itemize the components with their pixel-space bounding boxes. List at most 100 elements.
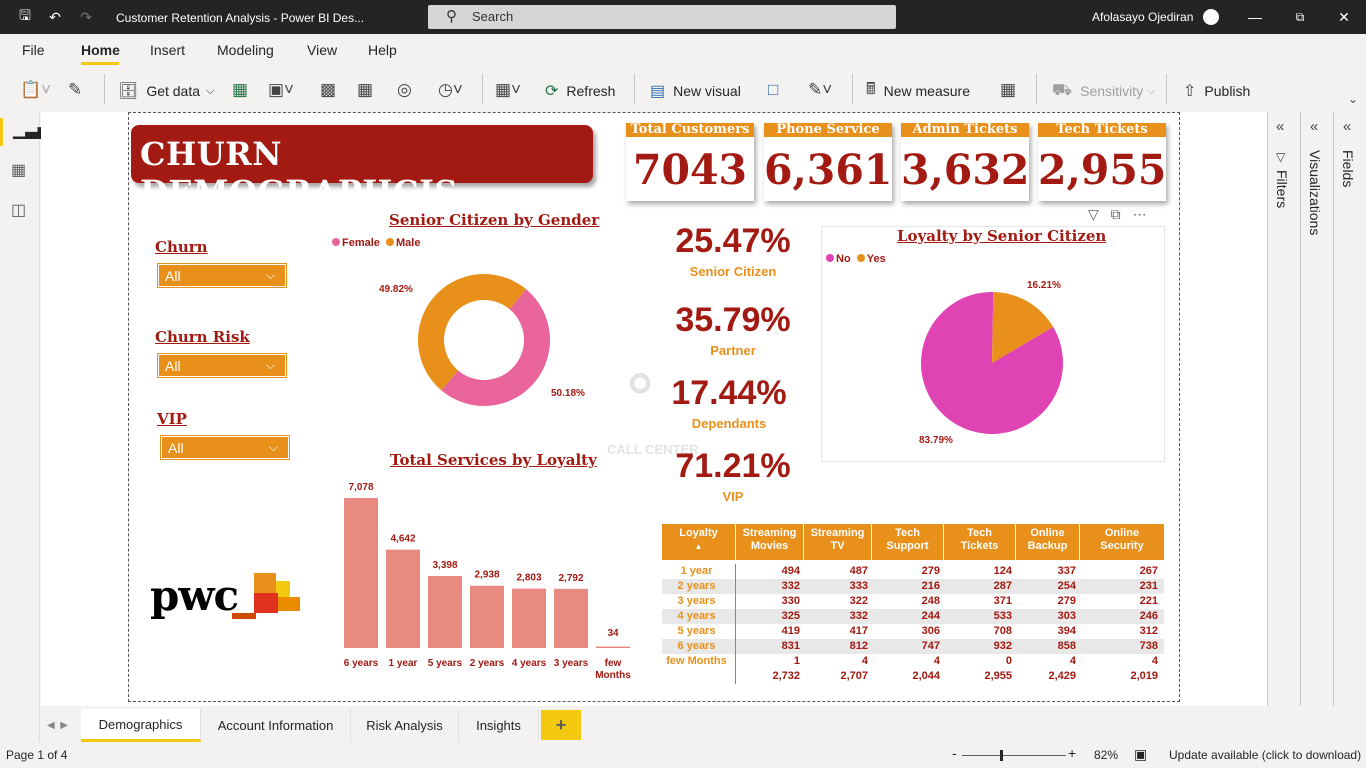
update-notice[interactable]: Update available (click to download) (1169, 748, 1361, 762)
column-header-online-security[interactable]: Online Security (1080, 524, 1164, 560)
transform-data-icon[interactable]: ▦˅ (495, 80, 521, 100)
collapse-fields-icon[interactable]: « (1343, 118, 1351, 135)
table-row[interactable]: 4 years 325 332 244 533 303 246 (662, 609, 1164, 624)
table-total-row[interactable]: 2,732 2,707 2,044 2,955 2,429 2,019 (662, 669, 1164, 684)
model-view-icon[interactable]: ◫ (11, 200, 26, 220)
user-name[interactable]: Afolasayo Ojediran (1092, 10, 1193, 24)
tab-insights[interactable]: Insights (459, 709, 539, 742)
bar[interactable] (344, 498, 378, 648)
save-icon[interactable]: 🖫 (14, 0, 36, 34)
ribbon: 📋˅ ✎ 🗄 Get data ⌵ ▦ ▣˅ ▩ ▦ ◎ ◷˅ ▦˅ ⟳ Ref… (0, 68, 1366, 112)
services-table[interactable]: Loyalty ▲ Streaming Movies Streaming TV Tec… (662, 524, 1164, 684)
zoom-thumb[interactable] (1000, 750, 1003, 761)
add-page-button[interactable]: + (541, 710, 581, 740)
bar[interactable] (596, 646, 630, 649)
collapse-ribbon-icon[interactable]: ⌄ (1348, 92, 1358, 106)
avatar[interactable] (1203, 9, 1219, 25)
column-header-loyalty[interactable]: Loyalty ▲ (662, 524, 736, 560)
close-icon[interactable]: ✕ (1330, 0, 1358, 34)
zoom-out-icon[interactable]: - (952, 745, 957, 761)
legend-yes[interactable]: Yes (867, 253, 886, 265)
bar[interactable] (386, 549, 420, 648)
bar[interactable] (428, 575, 462, 648)
tab-account-information[interactable]: Account Information (201, 709, 351, 742)
transform-icon[interactable]: ◷˅ (438, 80, 463, 100)
zoom-slider[interactable] (962, 755, 1066, 756)
pie-chart-loyalty-senior[interactable] (917, 288, 1067, 438)
column-header-streaming-movies[interactable]: Streaming Movies (736, 524, 804, 560)
bar-chart-services-loyalty[interactable]: 7,078 6 years 4,642 1 year 3,398 5 years 2,938… (336, 476, 636, 686)
get-data-button[interactable]: 🗄 Get data ⌵ (118, 80, 214, 102)
menu-modeling[interactable]: Modeling (217, 42, 274, 58)
kpi-card-tech-tickets[interactable]: Tech Tickets 2,955 (1038, 123, 1166, 201)
restore-icon[interactable]: ⧉ (1286, 0, 1314, 34)
menu-home[interactable]: Home (81, 42, 120, 58)
undo-icon[interactable]: ↶ (44, 0, 66, 34)
column-header-tech-tickets[interactable]: Tech Tickets (944, 524, 1016, 560)
refresh-button[interactable]: ⟳ Refresh (545, 80, 615, 102)
quick-measure-icon[interactable]: ▦ (1000, 80, 1016, 100)
legend-female[interactable]: Female (342, 237, 380, 249)
publish-button[interactable]: ⇧ Publish (1183, 80, 1250, 102)
menu-help[interactable]: Help (368, 42, 397, 58)
table-row[interactable]: 5 years 419 417 306 708 394 312 (662, 624, 1164, 639)
header-text: Streaming (742, 527, 797, 539)
redo-icon[interactable]: ↷ (75, 0, 97, 34)
column-header-streaming-tv[interactable]: Streaming TV (804, 524, 872, 560)
bar[interactable] (470, 585, 504, 648)
tab-scroll-arrows[interactable]: ◀ ▶ (47, 720, 68, 731)
filter-icon[interactable]: ▽ (1088, 206, 1099, 222)
legend-no[interactable]: No (836, 253, 851, 265)
legend-male[interactable]: Male (396, 237, 420, 249)
kpi-card-total-customers[interactable]: Total Customers 7043 (626, 123, 754, 201)
visualizations-pane-label[interactable]: Visualizations (1307, 150, 1323, 235)
new-visual-button[interactable]: ▤ New visual (650, 80, 741, 102)
focus-mode-icon[interactable]: ⧉ (1111, 206, 1121, 222)
bar[interactable] (512, 588, 546, 648)
slicer-churn-risk[interactable]: All ⌵ (157, 353, 287, 378)
dataverse-icon[interactable]: ▩ (320, 80, 336, 100)
menu-view[interactable]: View (307, 42, 337, 58)
minimize-icon[interactable]: — (1241, 0, 1269, 34)
slicer-churn[interactable]: All ⌵ (157, 263, 287, 288)
column-header-online-backup[interactable]: Online Backup (1016, 524, 1080, 560)
paste-icon[interactable]: 📋˅ (20, 80, 51, 100)
search-input[interactable]: ⚲ Search (428, 5, 896, 29)
kpi-card-phone-service[interactable]: Phone Service 6,361 (764, 123, 892, 201)
sensitivity-button[interactable]: ⛟ Sensitivity ⌵ (1052, 80, 1156, 102)
menu-file[interactable]: File (22, 42, 45, 58)
report-title: CHURN DEMOGRAPHCIS (131, 125, 593, 211)
excel-icon[interactable]: ▦ (232, 80, 248, 100)
tab-demographics[interactable]: Demographics (81, 709, 201, 742)
fit-to-page-icon[interactable]: ▣ (1134, 746, 1147, 763)
table-row[interactable]: 6 years 831 812 747 932 858 738 (662, 639, 1164, 654)
more-visuals-icon[interactable]: ✎˅ (808, 80, 832, 100)
table-row[interactable]: 2 years 332 333 216 287 254 231 (662, 579, 1164, 594)
more-options-icon[interactable]: ⋯ (1133, 206, 1147, 222)
column-header-tech-support[interactable]: Tech Support (872, 524, 944, 560)
format-painter-icon[interactable]: ✎ (68, 80, 82, 100)
table-cell: 267 (1139, 565, 1158, 577)
tab-risk-analysis[interactable]: Risk Analysis (351, 709, 459, 742)
new-measure-button[interactable]: 🖩 New measure (866, 80, 970, 102)
zoom-in-icon[interactable]: + (1068, 745, 1076, 761)
slicer-vip[interactable]: All ⌵ (160, 435, 290, 460)
data-hub-icon[interactable]: ▣˅ (268, 80, 294, 100)
kpi-value: 2,955 (1038, 146, 1167, 194)
kpi-card-admin-tickets[interactable]: Admin Tickets 3,632 (901, 123, 1029, 201)
menu-insert[interactable]: Insert (150, 42, 185, 58)
recent-sources-icon[interactable]: ◎ (397, 80, 412, 100)
donut-chart-senior-gender[interactable] (414, 272, 554, 412)
collapse-visualizations-icon[interactable]: « (1310, 118, 1318, 135)
enter-data-icon[interactable]: ▦ (357, 80, 373, 100)
fields-pane-label[interactable]: Fields (1340, 150, 1356, 187)
data-view-icon[interactable]: ▦ (11, 160, 26, 180)
filters-pane-label[interactable]: Filters (1274, 170, 1290, 208)
table-row[interactable]: 1 year 494 487 279 124 337 267 (662, 564, 1164, 579)
collapse-filters-icon[interactable]: « (1276, 118, 1284, 135)
bar[interactable] (554, 588, 588, 648)
table-cell: 371 (993, 595, 1012, 607)
table-row[interactable]: 3 years 330 322 248 371 279 221 (662, 594, 1164, 609)
table-row[interactable]: few Months 1 4 4 0 4 4 (662, 654, 1164, 669)
text-box-icon[interactable]: □ (768, 80, 778, 100)
